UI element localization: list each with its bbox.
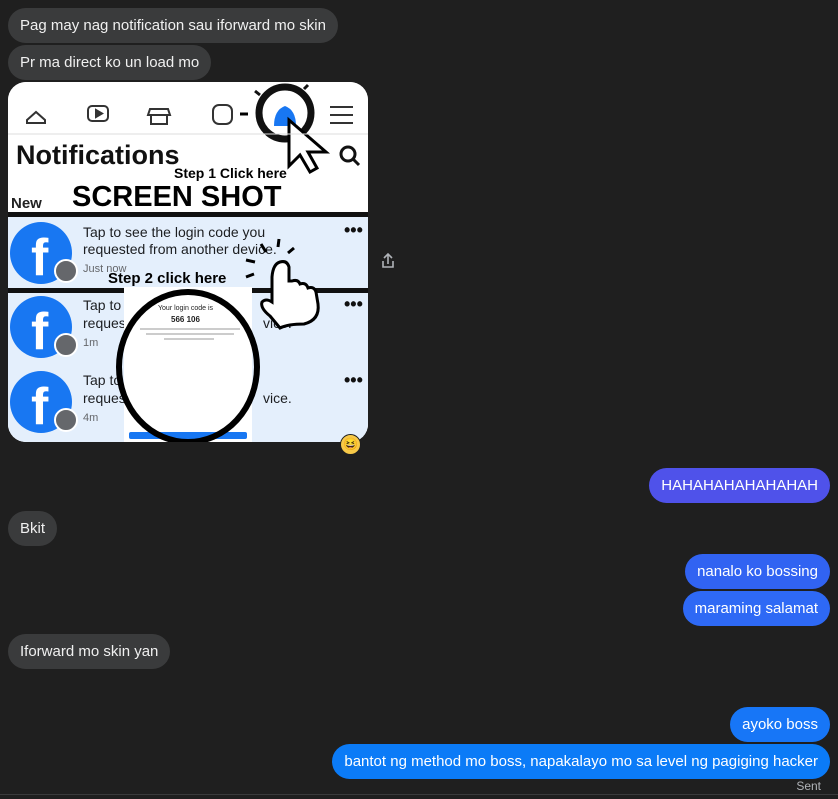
svg-text:vice.: vice. — [263, 390, 292, 406]
svg-text:1m: 1m — [83, 337, 98, 349]
svg-text:566 106: 566 106 — [171, 315, 200, 324]
notifications-heading: Notifications — [16, 140, 180, 170]
message-incoming[interactable]: Bkit — [8, 511, 58, 546]
svg-text:•••: ••• — [344, 370, 363, 390]
message-outgoing[interactable]: nanalo ko bossing — [685, 554, 830, 589]
svg-text:f: f — [31, 378, 49, 436]
step-2-label: Step 2 click here — [108, 270, 226, 287]
message-incoming[interactable]: Pr ma direct ko un load mo — [8, 45, 212, 80]
new-label: New — [11, 195, 42, 212]
message-outgoing[interactable]: maraming salamat — [682, 591, 830, 626]
svg-text:Your login code is: Your login code is — [158, 305, 214, 312]
shared-image[interactable]: Notifications Step 1 Click here SCREEN S… — [8, 82, 368, 442]
message-outgoing[interactable]: ayoko boss — [730, 707, 830, 742]
svg-text:reques: reques — [83, 315, 126, 331]
message-incoming[interactable]: Iforward mo skin yan — [8, 634, 171, 669]
step-1-label: Step 1 Click here — [174, 165, 287, 181]
svg-text:4m: 4m — [83, 412, 98, 424]
message-outgoing[interactable]: bantot ng method mo boss, napakalayo mo … — [332, 744, 830, 779]
message-outgoing[interactable]: HAHAHAHAHAHAHAH — [649, 468, 830, 503]
svg-text:reques: reques — [83, 390, 126, 406]
svg-text:Tap to: Tap to — [83, 372, 121, 388]
svg-text:•••: ••• — [344, 220, 363, 240]
share-icon[interactable] — [378, 251, 398, 271]
svg-text:f: f — [31, 229, 49, 287]
svg-text:requested from another device.: requested from another device. — [83, 241, 277, 257]
sent-status: Sent — [796, 779, 821, 793]
laughing-emoji-icon[interactable]: 😆 — [340, 434, 361, 455]
svg-text:Tap to: Tap to — [83, 297, 121, 313]
svg-text:•••: ••• — [344, 294, 363, 314]
screenshot-label: SCREEN SHOT — [72, 181, 282, 213]
notification-text: Tap to see the login code you — [83, 224, 265, 240]
message-incoming[interactable]: Pag may nag notification sau iforward mo… — [8, 8, 338, 43]
svg-text:f: f — [31, 303, 49, 361]
divider — [0, 794, 838, 795]
bell-badge-icon — [54, 259, 78, 283]
